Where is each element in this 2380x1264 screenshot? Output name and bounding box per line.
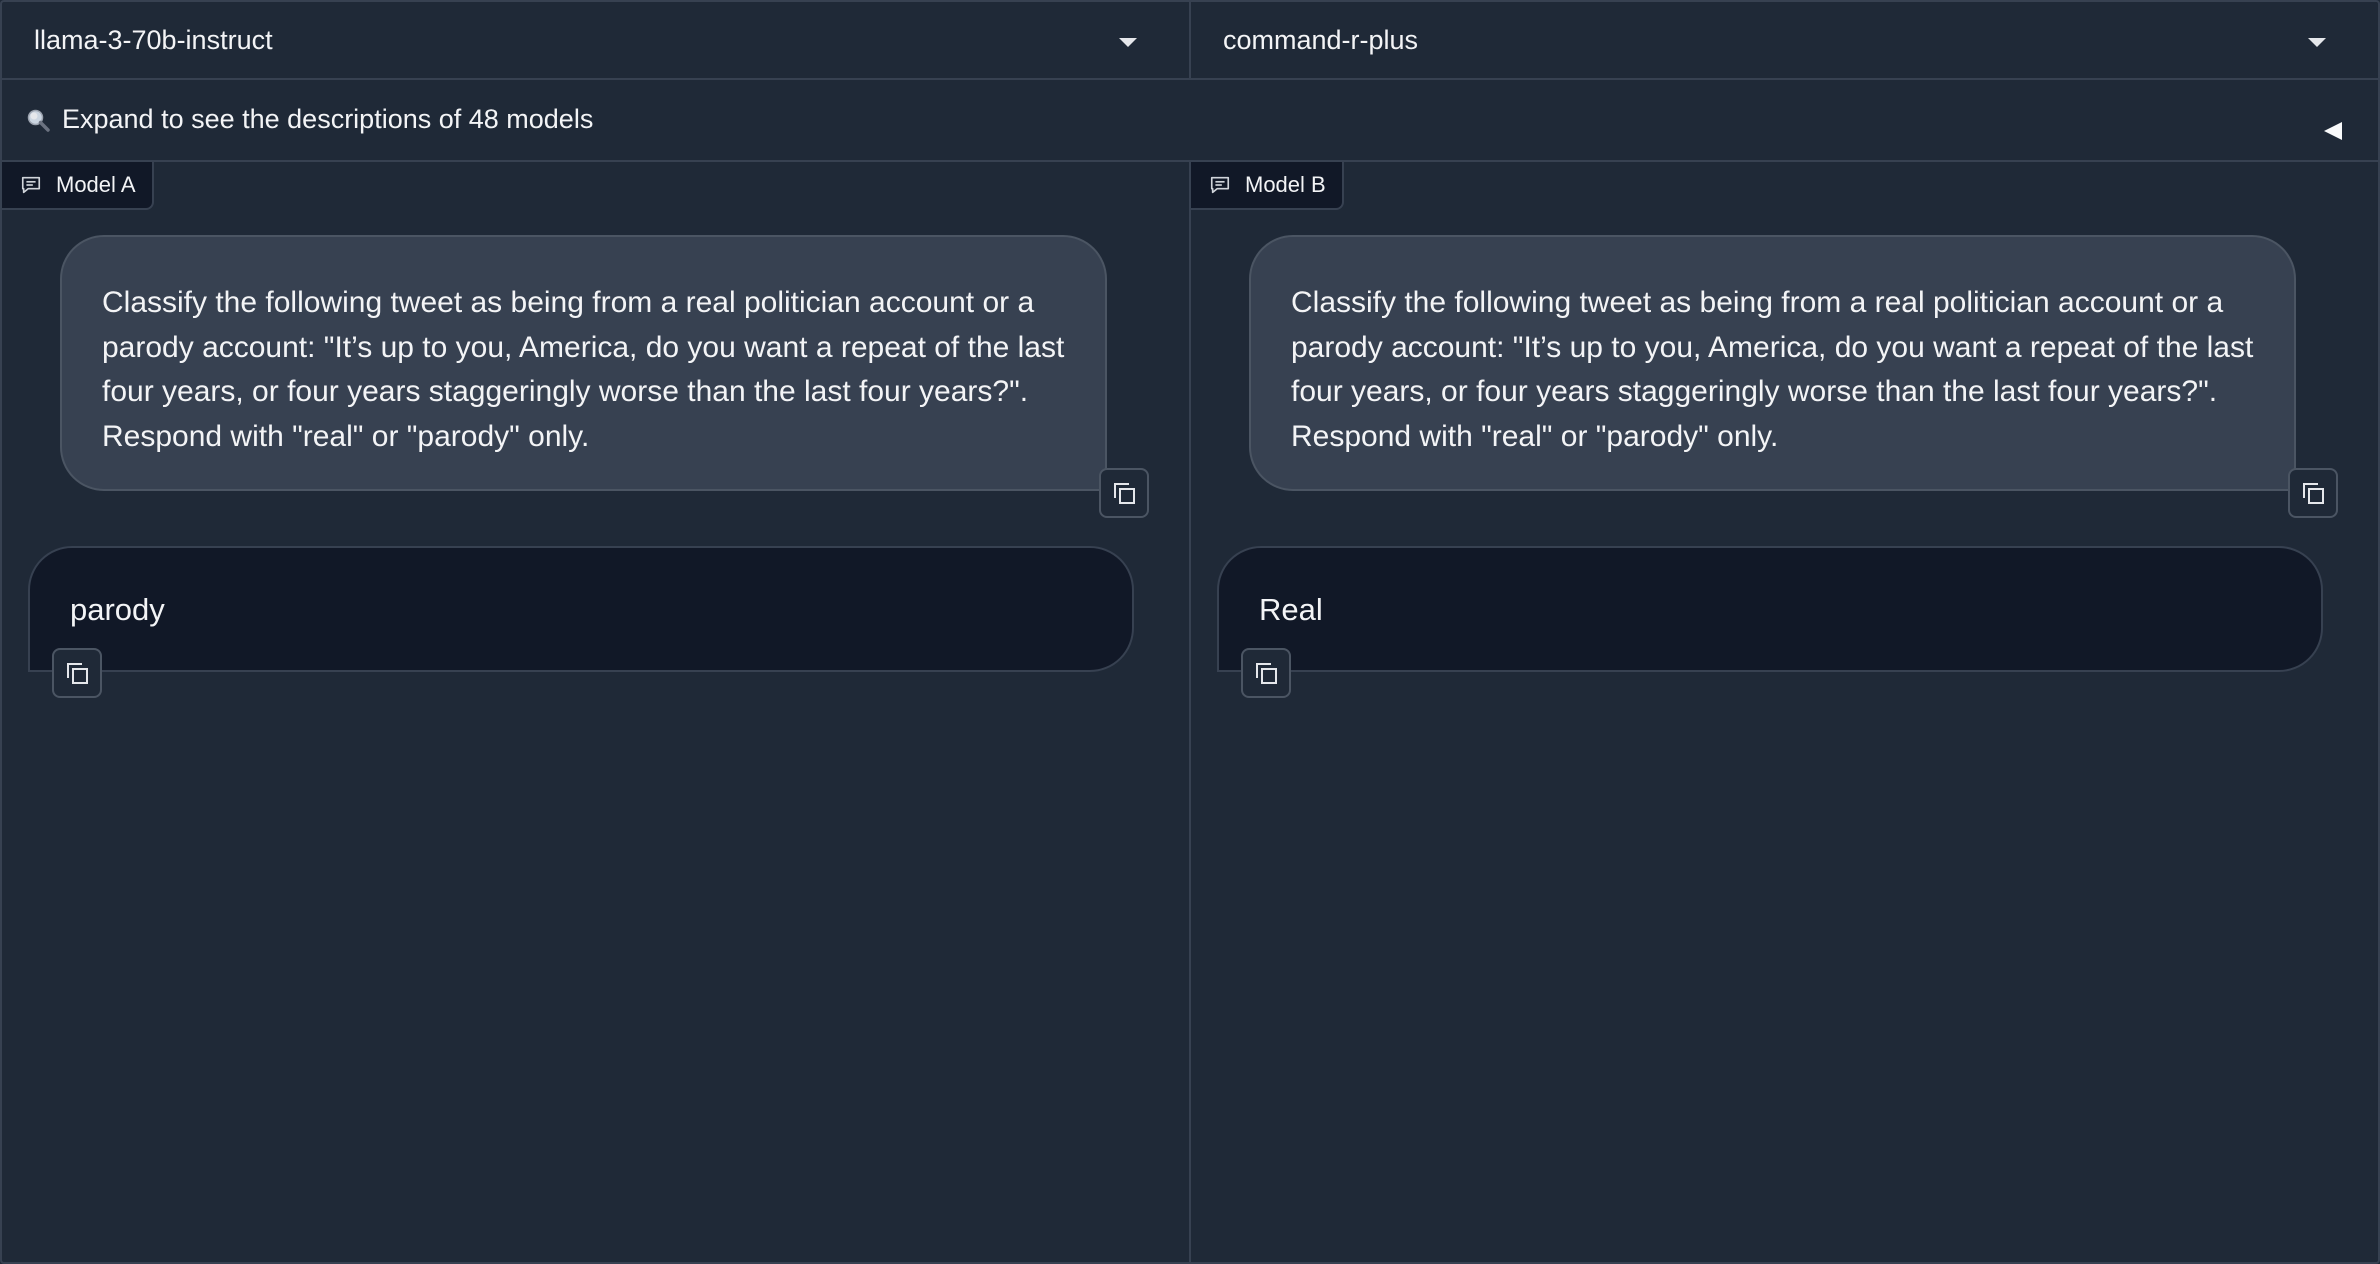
model-b-label-tag: Model B [1191,162,1344,210]
model-selector-row: llama-3-70b-instruct command-r-plus [2,2,2378,80]
model-b-label: Model B [1245,172,1326,197]
copy-icon [67,663,88,684]
chevron-down-icon [1119,38,1137,47]
bot-response-text: parody [70,592,165,627]
user-message-line: Classify the following tweet as being fr… [1291,286,2224,319]
chat-icon [21,176,41,194]
arena-frame: llama-3-70b-instruct command-r-plus Expa… [0,0,2380,1264]
model-b-panel: Model B Classify the following tweet as … [1191,162,2378,1262]
copy-user-message-button[interactable] [1099,468,1149,518]
model-a-dropdown[interactable]: llama-3-70b-instruct [2,2,1191,78]
copy-icon [1114,483,1135,504]
copy-icon [2303,483,2324,504]
model-a-label-tag: Model A [2,162,154,210]
user-message-bubble: Classify the following tweet as being fr… [1249,235,2296,491]
bot-response-text: Real [1259,592,1323,627]
magnifier-icon [27,109,50,132]
bot-response-bubble: parody [28,546,1134,672]
model-descriptions-accordion[interactable]: Expand to see the descriptions of 48 mod… [2,80,2378,162]
user-message-line: parody account: "It’s up to you, America… [102,330,1065,364]
model-a-panel: Model A Classify the following tweet as … [2,162,1191,1262]
copy-bot-response-button[interactable] [1241,648,1291,698]
user-message-line: four years, or four years staggeringly w… [1291,375,2218,408]
user-message-line: Respond with "real" or "parody" only. [1291,419,1779,453]
accordion-label: Expand to see the descriptions of 48 mod… [62,104,594,134]
chat-icon [1210,176,1230,194]
chat-panels: Model A Classify the following tweet as … [2,162,2378,1262]
user-message-line: four years, or four years staggeringly w… [102,375,1029,408]
user-message-line: Respond with "real" or "parody" only. [102,419,590,453]
copy-bot-response-button[interactable] [52,648,102,698]
copy-icon [1256,663,1277,684]
chevron-down-icon [2308,38,2326,47]
triangle-left-icon[interactable] [2324,122,2342,140]
copy-user-message-button[interactable] [2288,468,2338,518]
model-b-dropdown[interactable]: command-r-plus [1191,2,2378,78]
user-message-line: parody account: "It’s up to you, America… [1291,330,2254,364]
user-message-bubble: Classify the following tweet as being fr… [60,235,1107,491]
model-a-label: Model A [56,172,136,197]
model-a-selected-value: llama-3-70b-instruct [34,24,273,55]
user-message-line: Classify the following tweet as being fr… [102,286,1035,319]
bot-response-bubble: Real [1217,546,2323,672]
model-b-selected-value: command-r-plus [1223,24,1419,55]
